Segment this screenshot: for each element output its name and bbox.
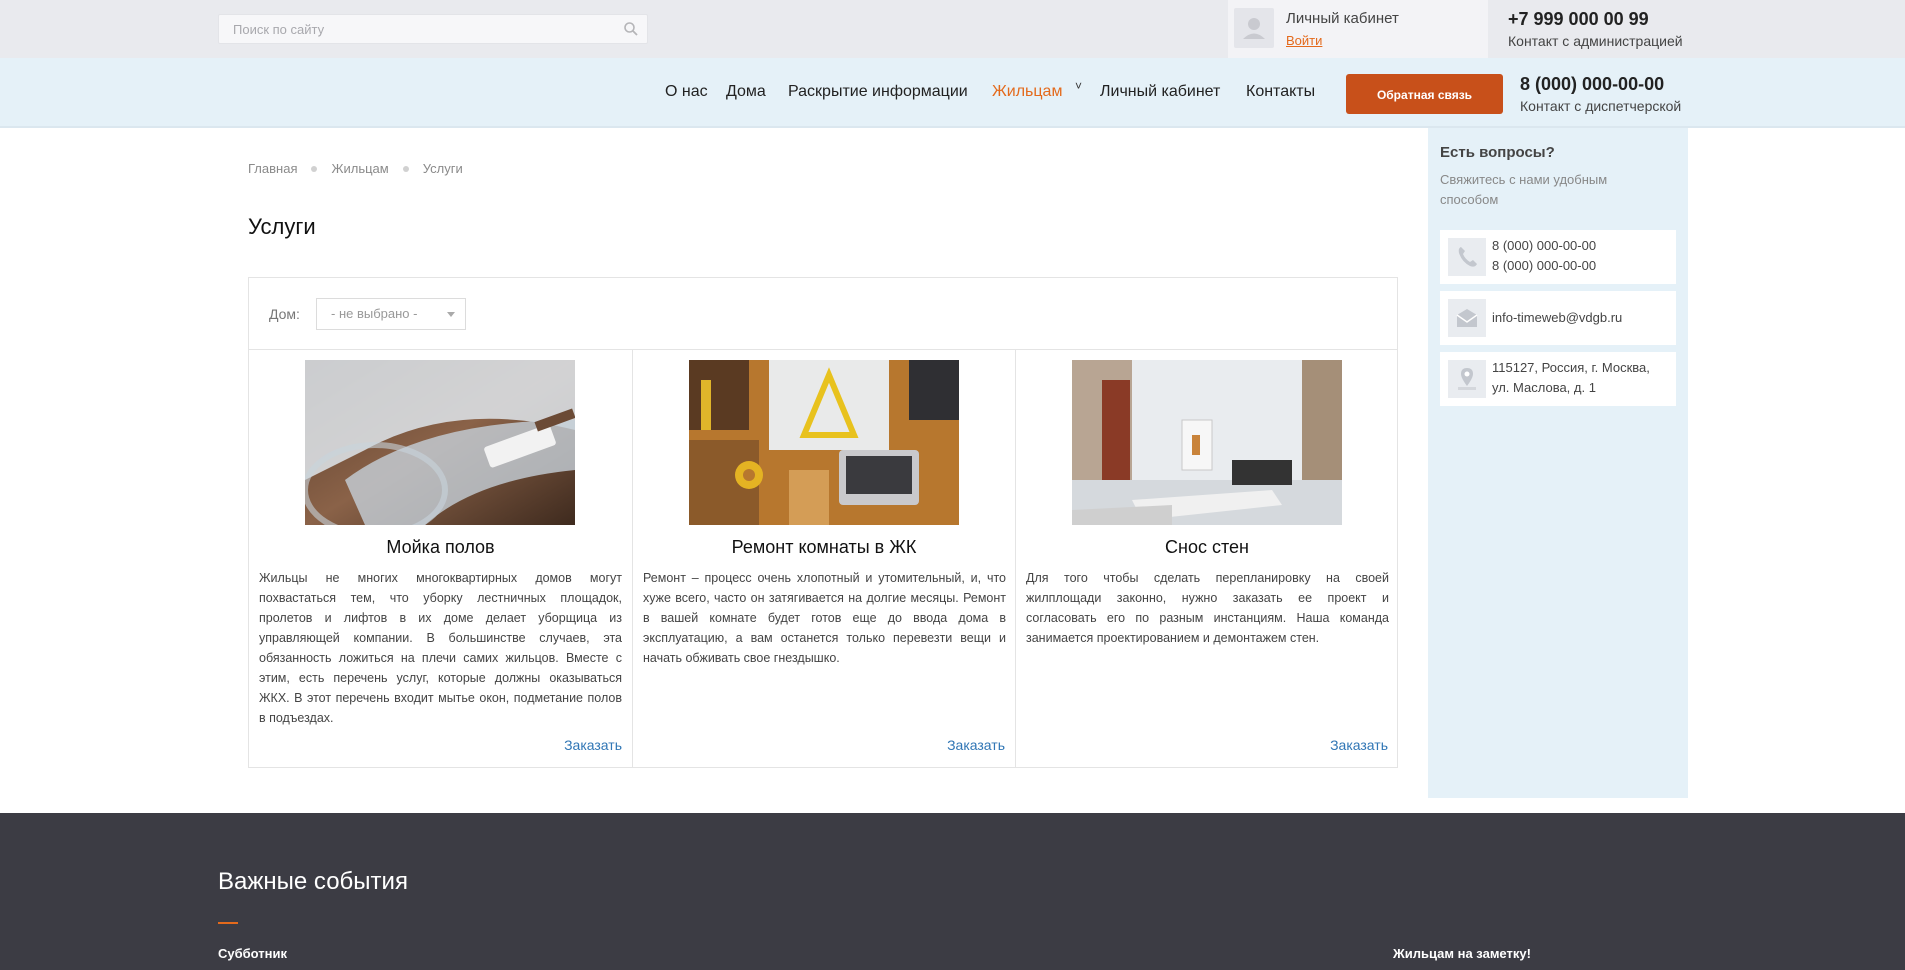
service-title: Мойка полов bbox=[386, 537, 495, 557]
sidebar-subtitle: Свяжитесь с нами удобным способом bbox=[1440, 172, 1608, 207]
order-link[interactable]: Заказать bbox=[1330, 737, 1388, 753]
nav-item-disclosure[interactable]: Раскрытие информации bbox=[788, 83, 968, 101]
house-filter-label: Дом: bbox=[269, 306, 300, 322]
breadcrumb-separator bbox=[311, 166, 318, 172]
user-cabinet: Личный кабинет Войти bbox=[1228, 0, 1488, 58]
service-title: Снос стен bbox=[1165, 537, 1249, 557]
house-select-value: - не выбрано - bbox=[331, 306, 418, 321]
service-card: Мойка полов Жильцы не многих многокварти… bbox=[249, 350, 632, 768]
order-link[interactable]: Заказать bbox=[564, 737, 622, 753]
service-title: Ремонт комнаты в ЖК bbox=[731, 537, 917, 557]
phone-number[interactable]: 8 (000) 000-00-00 bbox=[1492, 256, 1596, 276]
nav-item-houses[interactable]: Дома bbox=[726, 83, 766, 101]
breadcrumb-separator bbox=[402, 166, 409, 172]
event-link[interactable]: Субботник bbox=[218, 946, 287, 961]
house-select[interactable]: - не выбрано - bbox=[316, 298, 466, 330]
admin-phone[interactable]: +7 999 000 00 99 bbox=[1508, 9, 1649, 30]
address-line: ул. Маслова, д. 1 bbox=[1492, 380, 1596, 395]
service-card: Ремонт комнаты в ЖК Ремонт – процесс оче… bbox=[632, 350, 1015, 768]
service-description: Ремонт – процесс очень хлопотный и утоми… bbox=[643, 571, 1006, 665]
phone-card: 8 (000) 000-00-00 8 (000) 000-00-00 bbox=[1440, 230, 1676, 284]
breadcrumb-current: Услуги bbox=[422, 161, 463, 176]
house-filter: Дом: - не выбрано - bbox=[249, 278, 1397, 350]
email-card: info-timeweb@vdgb.ru bbox=[1440, 291, 1676, 345]
address-line: 115127, Россия, г. Москва, bbox=[1492, 360, 1650, 375]
dispatcher-phone[interactable]: 8 (000) 000-00-00 bbox=[1520, 74, 1664, 95]
address-card: 115127, Россия, г. Москва, ул. Маслова, … bbox=[1440, 352, 1676, 406]
search-box bbox=[218, 14, 648, 44]
location-pin-icon bbox=[1448, 360, 1486, 398]
chevron-down-icon[interactable]: ˅ bbox=[1075, 79, 1082, 93]
breadcrumb: Главная Жильцам Услуги bbox=[248, 161, 463, 176]
admin-contact-label: Контакт с администрацией bbox=[1508, 33, 1683, 49]
cabinet-title: Личный кабинет bbox=[1286, 10, 1399, 27]
phone-icon bbox=[1448, 238, 1486, 276]
breadcrumb-residents[interactable]: Жильцам bbox=[331, 161, 388, 176]
phone-number[interactable]: 8 (000) 000-00-00 bbox=[1492, 236, 1596, 256]
mail-icon bbox=[1448, 299, 1486, 337]
floor-cleaning-image bbox=[305, 360, 575, 525]
footer-divider bbox=[218, 922, 238, 924]
contact-sidebar: Есть вопросы? Свяжитесь с нами удобным с… bbox=[1428, 128, 1688, 798]
room-repair-image bbox=[689, 360, 959, 525]
breadcrumb-home[interactable]: Главная bbox=[248, 161, 297, 176]
top-bar: Личный кабинет Войти +7 999 000 00 99 Ко… bbox=[0, 0, 1905, 58]
footer-title: Важные события bbox=[218, 868, 408, 895]
services-panel: Дом: - не выбрано - Мойка полов Жильцы н… bbox=[248, 277, 1398, 768]
nav-item-contacts[interactable]: Контакты bbox=[1246, 83, 1315, 101]
footer: Важные события Субботник Жильцам на заме… bbox=[0, 813, 1905, 970]
email-address[interactable]: info-timeweb@vdgb.ru bbox=[1492, 308, 1622, 328]
feedback-button[interactable]: Обратная связь bbox=[1346, 74, 1503, 114]
nav-item-cabinet[interactable]: Личный кабинет bbox=[1100, 83, 1220, 101]
search-icon[interactable] bbox=[623, 21, 639, 37]
dropdown-arrow-icon bbox=[447, 312, 455, 317]
login-link[interactable]: Войти bbox=[1286, 33, 1322, 48]
search-input[interactable] bbox=[219, 15, 647, 43]
nav-item-residents[interactable]: Жильцам bbox=[992, 83, 1062, 101]
service-card: Снос стен Для того чтобы сделать перепла… bbox=[1015, 350, 1398, 768]
nav-item-about[interactable]: О нас bbox=[665, 83, 708, 101]
page-title: Услуги bbox=[248, 214, 316, 239]
dispatcher-contact-label: Контакт с диспетчерской bbox=[1520, 98, 1682, 114]
main-nav: О нас Дома Раскрытие информации Жильцам … bbox=[0, 58, 1905, 128]
sidebar-title: Есть вопросы? bbox=[1440, 144, 1555, 161]
order-link[interactable]: Заказать bbox=[947, 737, 1005, 753]
user-avatar-icon bbox=[1234, 8, 1274, 48]
service-description: Жильцы не многих многоквартирных домов м… bbox=[259, 571, 622, 725]
wall-demolition-image bbox=[1072, 360, 1342, 525]
service-description: Для того чтобы сделать перепланировку на… bbox=[1026, 571, 1389, 645]
residents-note-link[interactable]: Жильцам на заметку! bbox=[1393, 946, 1531, 961]
